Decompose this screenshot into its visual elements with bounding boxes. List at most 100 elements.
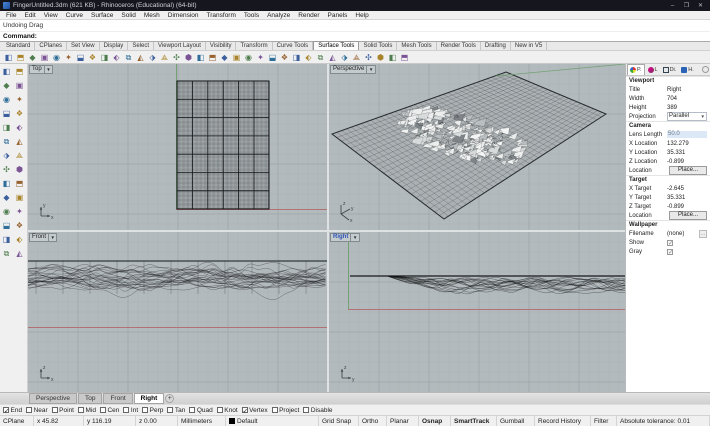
x-location-field[interactable]: 132.279 <box>667 141 707 147</box>
surface-from-points-icon[interactable]: ⟁ <box>351 52 362 63</box>
status-filter[interactable]: Filter <box>591 416 617 426</box>
point-icon[interactable]: ⬢ <box>14 164 26 175</box>
free-form-curve-icon[interactable]: ⬓ <box>1 220 13 231</box>
osnap-project[interactable]: Project <box>271 407 299 414</box>
viewport-right[interactable]: Right ▼ zy <box>329 232 625 392</box>
filename-value[interactable]: (none) <box>667 231 699 237</box>
adjust-seam-icon[interactable]: ⧉ <box>315 52 326 63</box>
select-icon[interactable]: ◧ <box>1 66 13 77</box>
osnap-cen[interactable]: Cen <box>99 407 119 414</box>
location-place-button[interactable]: Place... <box>669 211 707 220</box>
mirror-icon[interactable]: ⬓ <box>1 108 13 119</box>
select-points-icon[interactable]: ⬒ <box>14 66 26 77</box>
toolbar-tab-curve-tools[interactable]: Curve Tools <box>273 42 314 50</box>
extrude-icon[interactable]: ◭ <box>14 248 26 259</box>
remove-control-point-icon[interactable]: ❖ <box>279 52 290 63</box>
viewport-top[interactable]: Top ▼ yx <box>28 64 327 230</box>
make-periodic-icon[interactable]: ⬗ <box>339 52 350 63</box>
status-grid-snap[interactable]: Grid Snap <box>319 416 359 426</box>
move-uvn-icon[interactable]: ◨ <box>291 52 302 63</box>
viewport-menu-arrow-icon[interactable]: ▼ <box>366 66 374 73</box>
split-icon[interactable]: ◨ <box>1 122 13 133</box>
toolbar-tab-cplanes[interactable]: CPlanes <box>35 42 68 50</box>
menu-curve[interactable]: Curve <box>62 11 87 20</box>
chamfer-surface-icon[interactable]: ◆ <box>27 52 38 63</box>
command-history[interactable]: Undoing Drag <box>0 20 710 32</box>
osnap-knot[interactable]: Knot <box>216 407 238 414</box>
panel-tab-display[interactable]: Di. <box>661 65 679 75</box>
checkbox-icon[interactable] <box>167 407 174 413</box>
status-cplane[interactable]: CPlane <box>0 416 34 426</box>
divide-along-creases-icon[interactable]: ◆ <box>219 52 230 63</box>
menu-edit[interactable]: Edit <box>20 11 39 20</box>
handlebar-editor-icon[interactable]: ⬖ <box>303 52 314 63</box>
sphere-icon[interactable]: ⬖ <box>14 234 26 245</box>
viewport-tab-perspective[interactable]: Perspective <box>29 393 77 404</box>
toolbar-tab-visibility[interactable]: Visibility <box>206 42 237 50</box>
menu-transform[interactable]: Transform <box>203 11 240 20</box>
panel-tab-help[interactable]: H. <box>679 65 696 75</box>
osnap-vertex[interactable]: Vertex <box>241 407 268 415</box>
untrim-icon[interactable]: ◧ <box>195 52 206 63</box>
maximize-button[interactable]: ❐ <box>680 1 693 11</box>
menu-panels[interactable]: Panels <box>324 11 352 20</box>
unroll-surface-icon[interactable]: ⬗ <box>147 52 158 63</box>
box-icon[interactable]: ◨ <box>1 234 13 245</box>
viewport-right-label[interactable]: Right ▼ <box>330 233 360 242</box>
height-field[interactable]: 389 <box>667 105 707 111</box>
orient-on-surface-icon[interactable]: ◭ <box>327 52 338 63</box>
checkbox-icon[interactable] <box>123 407 130 413</box>
rotate-icon[interactable]: ◉ <box>1 94 13 105</box>
osnap-int[interactable]: Int <box>123 407 138 414</box>
checkbox-icon[interactable] <box>3 407 9 415</box>
osnap-tan[interactable]: Tan <box>167 407 185 414</box>
menu-solid[interactable]: Solid <box>117 11 139 20</box>
insert-knot-icon[interactable]: ◉ <box>243 52 254 63</box>
menu-dimension[interactable]: Dimension <box>164 11 203 20</box>
join-icon[interactable]: ⟁ <box>14 150 26 161</box>
insert-control-point-icon[interactable]: ⬓ <box>267 52 278 63</box>
status-default[interactable]: Default <box>226 416 319 426</box>
explode-icon[interactable]: ✣ <box>1 164 13 175</box>
toolbar-tab-new-in-v5[interactable]: New in V5 <box>511 42 548 50</box>
toolbar-tab-viewport-layout[interactable]: Viewport Layout <box>154 42 206 50</box>
flow-along-surface-icon[interactable]: ✣ <box>171 52 182 63</box>
status-millimeters[interactable]: Millimeters <box>178 416 226 426</box>
menu-mesh[interactable]: Mesh <box>140 11 164 20</box>
toolbar-tab-mesh-tools[interactable]: Mesh Tools <box>397 42 437 50</box>
checkbox-icon[interactable] <box>99 407 106 413</box>
toolbar-tab-standard[interactable]: Standard <box>2 42 36 50</box>
status-osnap[interactable]: Osnap <box>419 416 451 426</box>
copy-icon[interactable]: ▣ <box>14 80 26 91</box>
osnap-end[interactable]: End <box>3 407 22 415</box>
match-surface-icon[interactable]: ⬖ <box>111 52 122 63</box>
viewport-tab-right[interactable]: Right <box>133 393 165 404</box>
x-target-field[interactable]: -2.645 <box>667 186 707 192</box>
viewport-tab-front[interactable]: Front <box>103 393 133 404</box>
checkbox-icon[interactable] <box>78 407 84 413</box>
status-record-history[interactable]: Record History <box>535 416 591 426</box>
osnap-near[interactable]: Near <box>26 407 48 414</box>
blend-surface-icon[interactable]: ◉ <box>51 52 62 63</box>
checkbox-icon[interactable] <box>241 407 248 415</box>
z-target-field[interactable]: -0.899 <box>667 204 707 210</box>
panel-menu-icon[interactable] <box>702 66 709 73</box>
viewport-front-label[interactable]: Front ▼ <box>29 233 58 242</box>
extend-icon[interactable]: ⬖ <box>14 122 26 133</box>
status-smarttrack[interactable]: SmartTrack <box>451 416 497 426</box>
toolbar-tab-solid-tools[interactable]: Solid Tools <box>359 42 398 50</box>
menu-tools[interactable]: Tools <box>240 11 263 20</box>
projection-dropdown[interactable]: Parallel ▼ <box>667 112 707 121</box>
toolbar-tab-display[interactable]: Display <box>100 42 129 50</box>
fillet-icon[interactable]: ⧉ <box>1 136 13 147</box>
viewport-front[interactable]: Front ▼ zx <box>28 232 327 392</box>
z-location-field[interactable]: -0.899 <box>667 159 707 165</box>
toolbar-tab-set-view[interactable]: Set View <box>67 42 100 50</box>
toolbar-tab-drafting[interactable]: Drafting <box>481 42 511 50</box>
osnap-point[interactable]: Point <box>51 407 74 414</box>
offset-surface-icon[interactable]: ▣ <box>39 52 50 63</box>
checkbox-icon[interactable] <box>216 407 223 413</box>
analyze-direction-icon[interactable]: ⬒ <box>399 52 410 63</box>
ellipse-icon[interactable]: ✦ <box>14 206 26 217</box>
symmetry-icon[interactable]: ◭ <box>135 52 146 63</box>
